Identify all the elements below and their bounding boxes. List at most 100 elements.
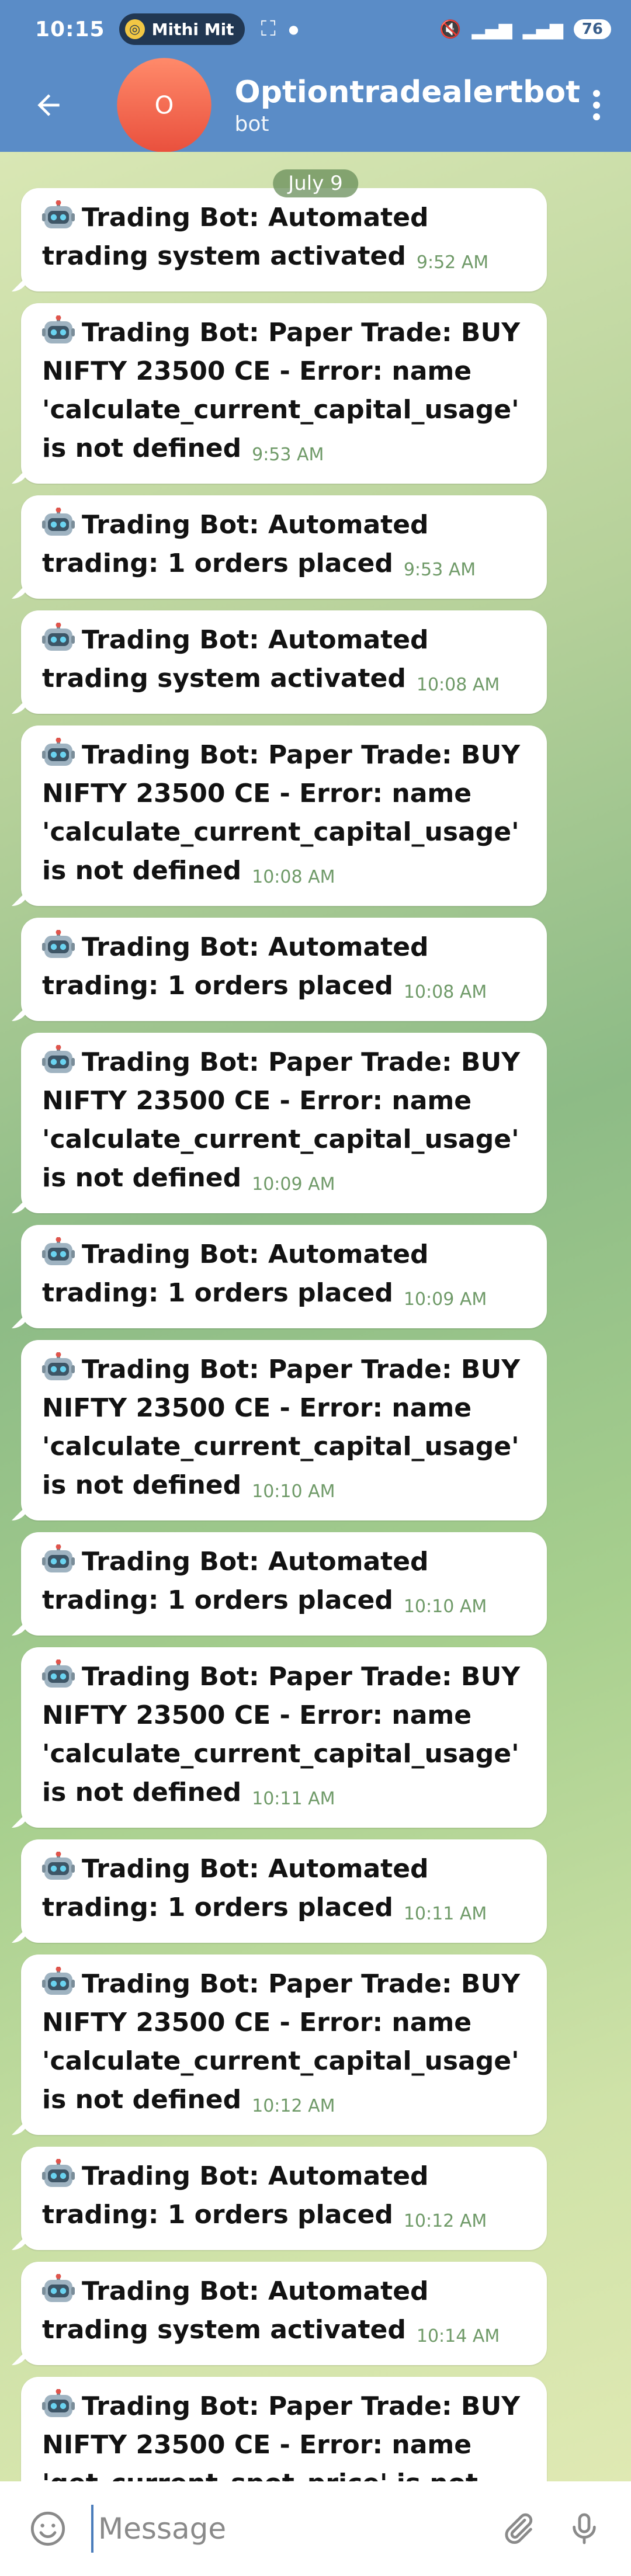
signal-icon: ▂▄▆ (471, 19, 512, 40)
robot-icon (42, 2274, 75, 2302)
message-time: 9:52 AM (416, 252, 489, 273)
message-text: Trading Bot: Paper Trade: BUY NIFTY 2350… (42, 2391, 521, 2481)
microphone-icon (573, 2513, 596, 2544)
message-time: 10:10 AM (403, 1596, 487, 1617)
message-time: 10:08 AM (403, 982, 487, 1002)
battery-indicator: 76 (573, 19, 611, 39)
message-row: Trading Bot: Automated trading: 1 orders… (21, 2147, 605, 2262)
message-bubble[interactable]: Trading Bot: Automated trading: 1 orders… (21, 918, 547, 1021)
message-input-bar (0, 2481, 631, 2576)
robot-icon (42, 623, 75, 651)
message-time: 10:12 AM (252, 2096, 335, 2116)
message-time: 10:08 AM (416, 675, 500, 695)
message-row: Trading Bot: Automated trading: 1 orders… (21, 1839, 605, 1954)
message-bubble[interactable]: Trading Bot: Automated trading: 1 orders… (21, 1532, 547, 1636)
robot-icon (42, 1237, 75, 1265)
message-row: Trading Bot: Paper Trade: BUY NIFTY 2350… (21, 725, 605, 918)
record-dot-icon: ◎ (124, 19, 145, 39)
more-options-button[interactable] (580, 79, 613, 131)
robot-icon (42, 1852, 75, 1880)
attach-button[interactable] (494, 2505, 541, 2552)
robot-icon (42, 1045, 75, 1073)
message-time: 9:53 AM (403, 560, 476, 580)
message-text: Trading Bot: Automated trading: 1 orders… (42, 932, 429, 1001)
robot-icon (42, 930, 75, 958)
mic-button[interactable] (561, 2505, 608, 2552)
status-right: 🔇 ▂▄▆ ▂▄▆ 76 (439, 19, 611, 40)
message-bubble[interactable]: Trading Bot: Paper Trade: BUY NIFTY 2350… (21, 1340, 547, 1520)
message-row: Trading Bot: Automated trading system ac… (21, 610, 605, 725)
message-text: Trading Bot: Automated trading system ac… (42, 2276, 429, 2345)
avatar-letter: O (154, 91, 174, 120)
message-bubble[interactable]: Trading Bot: Automated trading system ac… (21, 610, 547, 714)
message-row: Trading Bot: Paper Trade: BUY NIFTY 2350… (21, 2377, 605, 2481)
more-vert-icon (593, 90, 601, 120)
message-bubble[interactable]: Trading Bot: Automated trading: 1 orders… (21, 1225, 547, 1328)
robot-icon (42, 2389, 75, 2417)
message-text: Trading Bot: Automated trading: 1 orders… (42, 510, 429, 578)
chat-title-block[interactable]: Optiontradealertbot bot (235, 75, 580, 136)
signal-2-icon: ▂▄▆ (522, 19, 563, 40)
chat-avatar[interactable]: O (116, 58, 212, 152)
status-bar: 10:15 ◎ Mithi Mit ⛶ ● 🔇 ▂▄▆ ▂▄▆ 76 (0, 0, 631, 58)
robot-icon (42, 508, 75, 536)
message-row: Trading Bot: Automated trading: 1 orders… (21, 1225, 605, 1340)
message-time: 10:10 AM (252, 1481, 335, 1502)
message-list: Trading Bot: Automated trading system ac… (21, 188, 605, 2481)
message-row: Trading Bot: Automated trading system ac… (21, 2262, 605, 2377)
message-row: Trading Bot: Paper Trade: BUY NIFTY 2350… (21, 1340, 605, 1532)
message-text: Trading Bot: Automated trading: 1 orders… (42, 1854, 429, 1922)
robot-icon (42, 200, 75, 228)
date-separator: July 9 (273, 169, 358, 197)
message-row: Trading Bot: Automated trading: 1 orders… (21, 918, 605, 1033)
message-time: 10:11 AM (403, 1904, 487, 1924)
message-row: Trading Bot: Paper Trade: BUY NIFTY 2350… (21, 1954, 605, 2147)
message-bubble[interactable]: Trading Bot: Paper Trade: BUY NIFTY 2350… (21, 2377, 547, 2481)
message-bubble[interactable]: Trading Bot: Paper Trade: BUY NIFTY 2350… (21, 303, 547, 484)
robot-icon (42, 1967, 75, 1995)
status-extra-icons: ⛶ ● (261, 17, 299, 41)
status-time: 10:15 (35, 17, 105, 41)
message-input[interactable] (91, 2505, 494, 2553)
message-bubble[interactable]: Trading Bot: Automated trading system ac… (21, 188, 547, 291)
chat-subtitle: bot (234, 112, 269, 136)
message-text: Trading Bot: Automated trading: 1 orders… (42, 2161, 429, 2230)
robot-icon (42, 1352, 75, 1380)
message-time: 10:09 AM (403, 1289, 487, 1310)
robot-icon (42, 738, 75, 766)
message-bubble[interactable]: Trading Bot: Automated trading: 1 orders… (21, 495, 547, 599)
message-bubble[interactable]: Trading Bot: Automated trading: 1 orders… (21, 2147, 547, 2250)
robot-icon (42, 1544, 75, 1572)
screenshot-icon: ⛶ (261, 17, 276, 41)
message-bubble[interactable]: Trading Bot: Paper Trade: BUY NIFTY 2350… (21, 1954, 547, 2135)
message-text: Trading Bot: Automated trading system ac… (42, 625, 429, 693)
message-row: Trading Bot: Automated trading: 1 orders… (21, 495, 605, 610)
message-bubble[interactable]: Trading Bot: Automated trading system ac… (21, 2262, 547, 2365)
message-bubble[interactable]: Trading Bot: Automated trading: 1 orders… (21, 1839, 547, 1943)
message-row: Trading Bot: Paper Trade: BUY NIFTY 2350… (21, 1647, 605, 1839)
status-pill-label: Mithi Mit (151, 19, 234, 39)
robot-icon (42, 315, 75, 343)
message-row: Trading Bot: Automated trading system ac… (21, 188, 605, 303)
back-button[interactable] (23, 79, 74, 131)
message-time: 10:12 AM (403, 2211, 487, 2231)
emoji-button[interactable] (25, 2505, 71, 2552)
message-time: 10:14 AM (416, 2326, 500, 2346)
message-text: Trading Bot: Automated trading: 1 orders… (42, 1547, 429, 1615)
status-pill: ◎ Mithi Mit (119, 13, 245, 45)
message-row: Trading Bot: Paper Trade: BUY NIFTY 2350… (21, 1033, 605, 1225)
message-time: 9:53 AM (252, 445, 324, 465)
robot-icon (42, 1660, 75, 1688)
dot-icon: ● (288, 22, 299, 36)
chat-area[interactable]: Trading Bot: Automated trading system ac… (0, 152, 631, 2481)
mute-icon: 🔇 (439, 19, 462, 40)
message-row: Trading Bot: Automated trading: 1 orders… (21, 1532, 605, 1647)
message-bubble[interactable]: Trading Bot: Paper Trade: BUY NIFTY 2350… (21, 725, 547, 906)
paperclip-icon (505, 2513, 533, 2544)
message-bubble[interactable]: Trading Bot: Paper Trade: BUY NIFTY 2350… (21, 1647, 547, 1828)
message-bubble[interactable]: Trading Bot: Paper Trade: BUY NIFTY 2350… (21, 1033, 547, 1213)
message-text: Trading Bot: Automated trading system ac… (42, 203, 429, 271)
chat-title: Optiontradealertbot (234, 74, 580, 110)
chat-header: O Optiontradealertbot bot (0, 58, 631, 152)
message-text: Trading Bot: Automated trading: 1 orders… (42, 1240, 429, 1308)
